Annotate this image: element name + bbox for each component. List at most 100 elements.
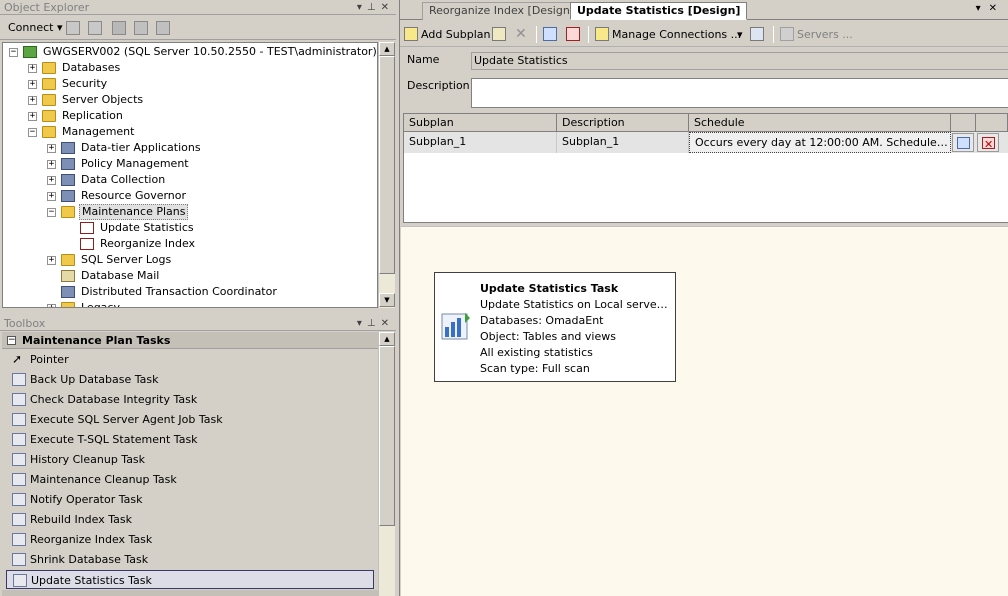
- tab-update-statistics[interactable]: Update Statistics [Design]: [570, 2, 748, 20]
- filter-icon[interactable]: [134, 21, 148, 35]
- tree-item[interactable]: + Server Objects: [3, 92, 377, 108]
- tree-item[interactable]: + Security: [3, 76, 377, 92]
- expand-icon[interactable]: +: [47, 192, 56, 201]
- toolbox-item[interactable]: Maintenance Cleanup Task: [6, 470, 374, 489]
- schedule-cell[interactable]: Occurs every day at 12:00:00 AM. Schedul…: [689, 132, 951, 153]
- collapse-icon[interactable]: −: [7, 336, 16, 345]
- servers-button[interactable]: Servers ...: [780, 26, 853, 43]
- collapse-icon[interactable]: −: [28, 128, 37, 137]
- register-server-icon[interactable]: [66, 21, 80, 35]
- toolbox-item[interactable]: Back Up Database Task: [6, 370, 374, 389]
- name-field[interactable]: Update Statistics: [471, 52, 1008, 70]
- column-header-description[interactable]: Description: [557, 114, 689, 132]
- scroll-up-arrow-icon[interactable]: ▲: [379, 332, 395, 346]
- tree-item[interactable]: + Data-tier Applications: [3, 140, 377, 156]
- toolbox-item[interactable]: Execute T-SQL Statement Task: [6, 430, 374, 449]
- edit-schedule-button[interactable]: [952, 133, 974, 152]
- tree-item[interactable]: − Maintenance Plans: [3, 204, 377, 220]
- dropdown-arrow-icon[interactable]: ▾: [357, 2, 367, 13]
- remove-schedule-button[interactable]: [566, 26, 583, 43]
- toolbox-item[interactable]: ➚ Pointer: [6, 350, 374, 369]
- scroll-down-arrow-icon[interactable]: ▼: [379, 293, 395, 307]
- expand-icon[interactable]: +: [28, 96, 37, 105]
- scroll-thumb[interactable]: [379, 56, 395, 274]
- object-explorer-scrollbar[interactable]: ▲ ▼: [378, 42, 395, 308]
- subplan-cell[interactable]: Subplan_1: [404, 132, 557, 153]
- toolbox-title-bar: Toolbox ▾⊥✕: [0, 316, 396, 331]
- tree-item[interactable]: + Resource Governor: [3, 188, 377, 204]
- connections-dropdown[interactable]: ▾: [737, 26, 743, 43]
- tree-item[interactable]: Distributed Transaction Coordinator: [3, 284, 377, 300]
- manage-connections-button[interactable]: Manage Connections ...: [595, 26, 741, 43]
- expand-icon[interactable]: +: [47, 160, 56, 169]
- column-header-schedule[interactable]: Schedule: [689, 114, 951, 132]
- add-subplan-button[interactable]: Add Subplan: [404, 26, 490, 43]
- tab-reorganize-index[interactable]: Reorganize Index [Design]: [422, 2, 582, 20]
- toolbox-item-label: Back Up Database Task: [30, 373, 159, 386]
- delete-schedule-button[interactable]: [977, 133, 999, 155]
- toolbox-item[interactable]: Execute SQL Server Agent Job Task: [6, 410, 374, 429]
- update-statistics-task-box[interactable]: Update Statistics Task Update Statistics…: [434, 272, 676, 382]
- tree-item[interactable]: − Management: [3, 124, 377, 140]
- folder-icon: [42, 94, 56, 106]
- close-document-icon[interactable]: ✕: [989, 3, 1005, 14]
- pin-icon[interactable]: ⊥: [367, 318, 381, 329]
- toolbox-group-header[interactable]: − Maintenance Plan Tasks: [2, 332, 378, 349]
- disconnect-icon[interactable]: [88, 21, 102, 35]
- tree-item[interactable]: + Data Collection: [3, 172, 377, 188]
- scroll-thumb[interactable]: [379, 346, 395, 526]
- expand-icon[interactable]: +: [47, 304, 56, 307]
- delete-subplan-button[interactable]: ✕: [515, 26, 527, 43]
- toolbox-item[interactable]: Update Statistics Task: [6, 570, 374, 589]
- table-row[interactable]: Subplan_1 Subplan_1 Occurs every day at …: [404, 132, 1008, 155]
- stop-icon[interactable]: [112, 21, 126, 35]
- scroll-up-arrow-icon[interactable]: ▲: [379, 42, 395, 56]
- expand-icon[interactable]: +: [28, 80, 37, 89]
- subplan-properties-button[interactable]: [492, 26, 509, 43]
- dropdown-arrow-icon[interactable]: ▾: [357, 318, 367, 329]
- expand-icon[interactable]: +: [28, 112, 37, 121]
- toolbox-item[interactable]: Rebuild Index Task: [6, 510, 374, 529]
- tree-item[interactable]: + Legacy: [3, 300, 377, 307]
- pin-icon[interactable]: ⊥: [367, 2, 381, 13]
- subplan-schedule-button[interactable]: [543, 26, 560, 43]
- properties-icon: [492, 27, 506, 41]
- tree-item[interactable]: Update Statistics: [3, 220, 377, 236]
- collapse-icon[interactable]: −: [47, 208, 56, 217]
- tree-item[interactable]: − GWGSERV002 (SQL Server 10.50.2550 - TES…: [3, 44, 377, 60]
- toolbox-next-group[interactable]: [2, 590, 378, 596]
- toolbox-item[interactable]: History Cleanup Task: [6, 450, 374, 469]
- integrity-icon: [12, 393, 26, 406]
- chevron-down-icon: ▾: [737, 28, 743, 41]
- tree-item[interactable]: Database Mail: [3, 268, 377, 284]
- tree-item[interactable]: + Policy Management: [3, 156, 377, 172]
- toolbox-item[interactable]: Shrink Database Task: [6, 550, 374, 569]
- description-field[interactable]: [471, 78, 1008, 108]
- expand-icon[interactable]: +: [47, 144, 56, 153]
- close-icon[interactable]: ✕: [381, 318, 394, 329]
- reporting-logging-button[interactable]: [750, 26, 767, 43]
- tree-item[interactable]: + Replication: [3, 108, 377, 124]
- expand-icon[interactable]: +: [28, 64, 37, 73]
- refresh-icon[interactable]: [156, 21, 170, 35]
- expand-icon[interactable]: +: [47, 256, 56, 265]
- toolbox-scrollbar[interactable]: ▲: [378, 332, 395, 596]
- design-surface[interactable]: Update Statistics Task Update Statistics…: [401, 226, 1008, 596]
- description-cell[interactable]: Subplan_1: [557, 132, 689, 153]
- tab-list-icon[interactable]: ▾: [976, 3, 989, 14]
- task-detail-line: Update Statistics on Local server co...: [480, 298, 670, 311]
- expand-icon[interactable]: +: [47, 176, 56, 185]
- toolbox-item[interactable]: Check Database Integrity Task: [6, 390, 374, 409]
- folder-icon: [61, 206, 75, 218]
- toolbox-item-label: Notify Operator Task: [30, 493, 143, 506]
- tree-item[interactable]: + SQL Server Logs: [3, 252, 377, 268]
- toolbox-item[interactable]: Reorganize Index Task: [6, 530, 374, 549]
- object-explorer-toolbar: Connect ▾: [0, 16, 396, 40]
- column-header-subplan[interactable]: Subplan: [404, 114, 557, 132]
- toolbox-item[interactable]: Notify Operator Task: [6, 490, 374, 509]
- connect-button[interactable]: Connect ▾: [8, 21, 63, 34]
- close-icon[interactable]: ✕: [381, 2, 394, 13]
- collapse-icon[interactable]: −: [9, 48, 18, 57]
- tree-item[interactable]: + Databases: [3, 60, 377, 76]
- tree-item[interactable]: Reorganize Index: [3, 236, 377, 252]
